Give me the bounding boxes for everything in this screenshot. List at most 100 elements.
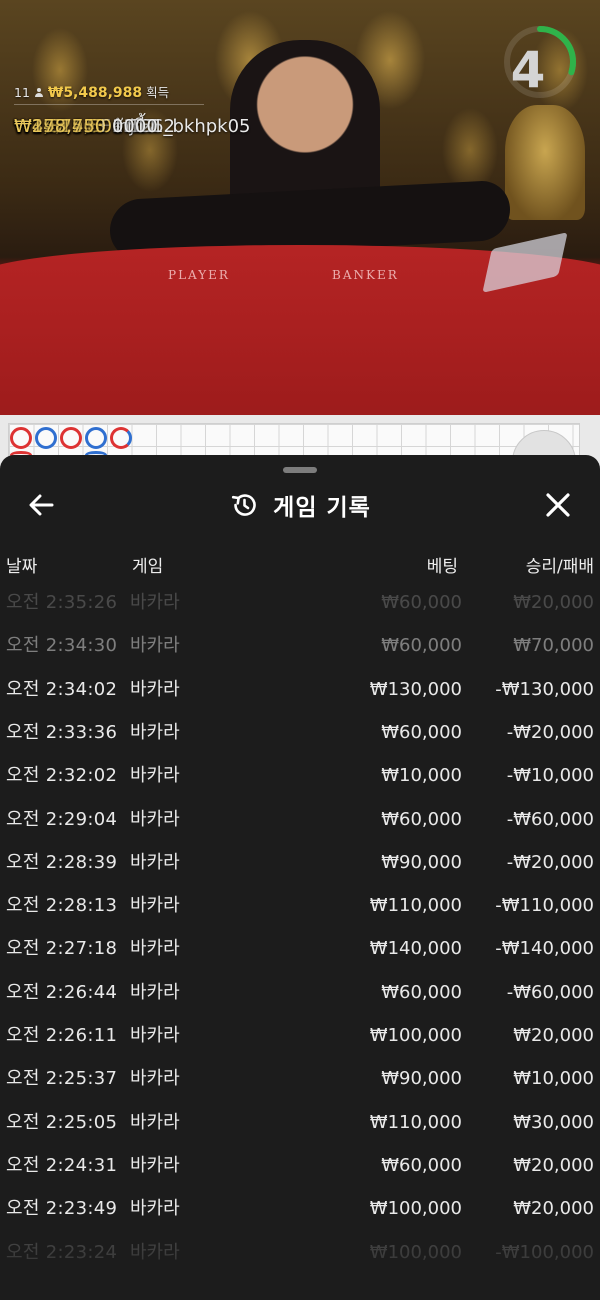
row-date: 오전 2:26:44: [6, 981, 118, 1003]
table-label-player: PLAYER: [168, 268, 230, 282]
close-icon: [546, 493, 570, 517]
history-icon: [232, 494, 256, 516]
history-row[interactable]: 오전 2:28:13 바카라 ₩110,000 -₩110,000: [0, 884, 600, 927]
history-row[interactable]: 오전 2:25:05 바카라 ₩110,000 ₩30,000: [0, 1101, 600, 1144]
page-title: 게임 기록: [273, 495, 371, 521]
history-row[interactable]: 오전 2:23:24 바카라 ₩100,000 -₩100,000: [0, 1231, 600, 1274]
row-date: 오전 2:28:39: [6, 851, 118, 873]
winner-name: F: [100, 115, 111, 137]
roadmap-banker-mark: [60, 427, 82, 449]
row-result: ₩20,000: [513, 1154, 594, 1176]
countdown-timer-value: 4: [510, 41, 546, 99]
history-row[interactable]: 오전 2:23:49 바카라 ₩100,000 ₩20,000: [0, 1187, 600, 1230]
history-row[interactable]: 오전 2:33:36 바카라 ₩60,000 -₩20,000: [0, 711, 600, 754]
roadmap-player-mark: [85, 427, 107, 449]
winners-suffix: 획득: [146, 85, 170, 100]
history-row[interactable]: 오전 2:24:31 바카라 ₩60,000 ₩20,000: [0, 1144, 600, 1187]
row-game: 바카라: [130, 981, 180, 1003]
row-result: -₩140,000: [495, 938, 594, 960]
row-result: -₩130,000: [495, 678, 594, 700]
row-bet: ₩130,000: [369, 678, 462, 700]
row-bet: ₩140,000: [369, 938, 462, 960]
row-bet: ₩60,000: [381, 1154, 462, 1176]
close-button[interactable]: [538, 485, 578, 525]
history-row[interactable]: 오전 2:25:37 바카라 ₩90,000 ₩10,000: [0, 1057, 600, 1100]
row-result: ₩20,000: [513, 592, 594, 613]
row-date: 오전 2:32:02: [6, 765, 118, 787]
row-bet: ₩110,000: [369, 1111, 462, 1133]
history-row[interactable]: 오전 2:32:02 바카라 ₩10,000 -₩10,000: [0, 754, 600, 797]
row-game: 바카라: [130, 678, 180, 700]
sheet-drag-handle[interactable]: [283, 467, 317, 473]
row-date: 오전 2:23:24: [6, 1241, 118, 1263]
row-date: 오전 2:29:04: [6, 808, 118, 830]
row-bet: ₩10,000: [381, 765, 462, 787]
row-game: 바카라: [130, 895, 180, 917]
row-date: 오전 2:27:18: [6, 938, 118, 960]
row-game: 바카라: [130, 851, 180, 873]
row-bet: ₩100,000: [369, 1198, 462, 1220]
winners-count: 11: [14, 85, 30, 100]
row-game: 바카라: [130, 1154, 180, 1176]
row-game: 바카라: [130, 1068, 180, 1090]
history-row[interactable]: 오전 2:35:26 바카라 ₩60,000 ₩20,000: [0, 581, 600, 624]
row-result: -₩20,000: [506, 721, 594, 743]
table-label-banker: BANKER: [332, 268, 399, 282]
row-bet: ₩100,000: [369, 1025, 462, 1046]
winners-total-amount: ₩5,488,988: [47, 85, 143, 101]
roadmap-player-mark: [35, 427, 57, 449]
row-result: -₩100,000: [495, 1241, 594, 1263]
column-header-bet[interactable]: 베팅: [427, 555, 458, 579]
row-date: 오전 2:34:02: [6, 678, 118, 700]
row-date: 오전 2:25:05: [6, 1111, 118, 1133]
roadmap-banker-mark: [10, 427, 32, 449]
history-row[interactable]: 오전 2:34:30 바카라 ₩60,000 ₩70,000: [0, 624, 600, 667]
row-bet: ₩100,000: [369, 1241, 462, 1263]
row-result: -₩60,000: [506, 981, 594, 1003]
row-result: ₩30,000: [513, 1111, 594, 1133]
row-game: 바카라: [130, 592, 180, 613]
row-result: ₩70,000: [513, 635, 594, 657]
history-row[interactable]: 오전 2:26:44 바카라 ₩60,000 -₩60,000: [0, 971, 600, 1014]
history-row[interactable]: 오전 2:34:02 바카라 ₩130,000 -₩130,000: [0, 668, 600, 711]
column-header-game[interactable]: 게임: [132, 555, 163, 579]
sheet-header: 게임 기록: [0, 485, 600, 525]
back-button[interactable]: [22, 485, 62, 525]
row-bet: ₩60,000: [381, 721, 462, 743]
row-game: 바카라: [130, 1198, 180, 1220]
row-bet: ₩90,000: [381, 1068, 462, 1090]
row-game: 바카라: [130, 1111, 180, 1133]
row-bet: ₩60,000: [381, 592, 462, 613]
history-row[interactable]: 오전 2:28:39 바카라 ₩90,000 -₩20,000: [0, 841, 600, 884]
column-header-date[interactable]: 날짜: [6, 555, 37, 579]
row-game: 바카라: [130, 721, 180, 743]
row-date: 오전 2:28:13: [6, 895, 118, 917]
history-row[interactable]: 오전 2:26:11 바카라 ₩100,000 ₩20,000: [0, 1014, 600, 1057]
row-bet: ₩60,000: [381, 635, 462, 657]
winner-row: ₩25,254 F: [14, 105, 600, 148]
row-bet: ₩90,000: [381, 851, 462, 873]
row-date: 오전 2:34:30: [6, 635, 118, 657]
row-bet: ₩60,000: [381, 808, 462, 830]
person-icon: [34, 88, 43, 97]
winners-list: 11 ₩5,488,988 획득 ₩2,372,500 556_bkhpk05 …: [14, 82, 251, 137]
row-game: 바카라: [130, 635, 180, 657]
row-result: -₩10,000: [506, 765, 594, 787]
row-result: ₩20,000: [513, 1198, 594, 1220]
winners-summary: 11 ₩5,488,988 획득: [14, 82, 169, 105]
history-row[interactable]: 오전 2:29:04 바카라 ₩60,000 -₩60,000: [0, 798, 600, 841]
roadmap-tie-mark: [110, 427, 132, 449]
row-result: -₩110,000: [495, 895, 594, 917]
game-history-sheet: 게임 기록 날짜 게임 베팅 승리/패배 오전 2:35:26 바카라 ₩60,00…: [0, 455, 600, 1300]
winner-amount: ₩25,254: [14, 115, 95, 137]
row-game: 바카라: [130, 1241, 180, 1263]
row-game: 바카라: [130, 765, 180, 787]
column-header-result[interactable]: 승리/패배: [526, 555, 594, 579]
row-game: 바카라: [130, 808, 180, 830]
row-result: -₩20,000: [506, 851, 594, 873]
row-result: -₩60,000: [506, 808, 594, 830]
row-date: 오전 2:25:37: [6, 1068, 118, 1090]
history-row[interactable]: 오전 2:27:18 바카라 ₩140,000 -₩140,000: [0, 927, 600, 970]
row-game: 바카라: [130, 1025, 180, 1046]
live-video-stream[interactable]: PLAYER BANKER 11 ₩5,488,988 획득 ₩2,372,50…: [0, 0, 600, 415]
